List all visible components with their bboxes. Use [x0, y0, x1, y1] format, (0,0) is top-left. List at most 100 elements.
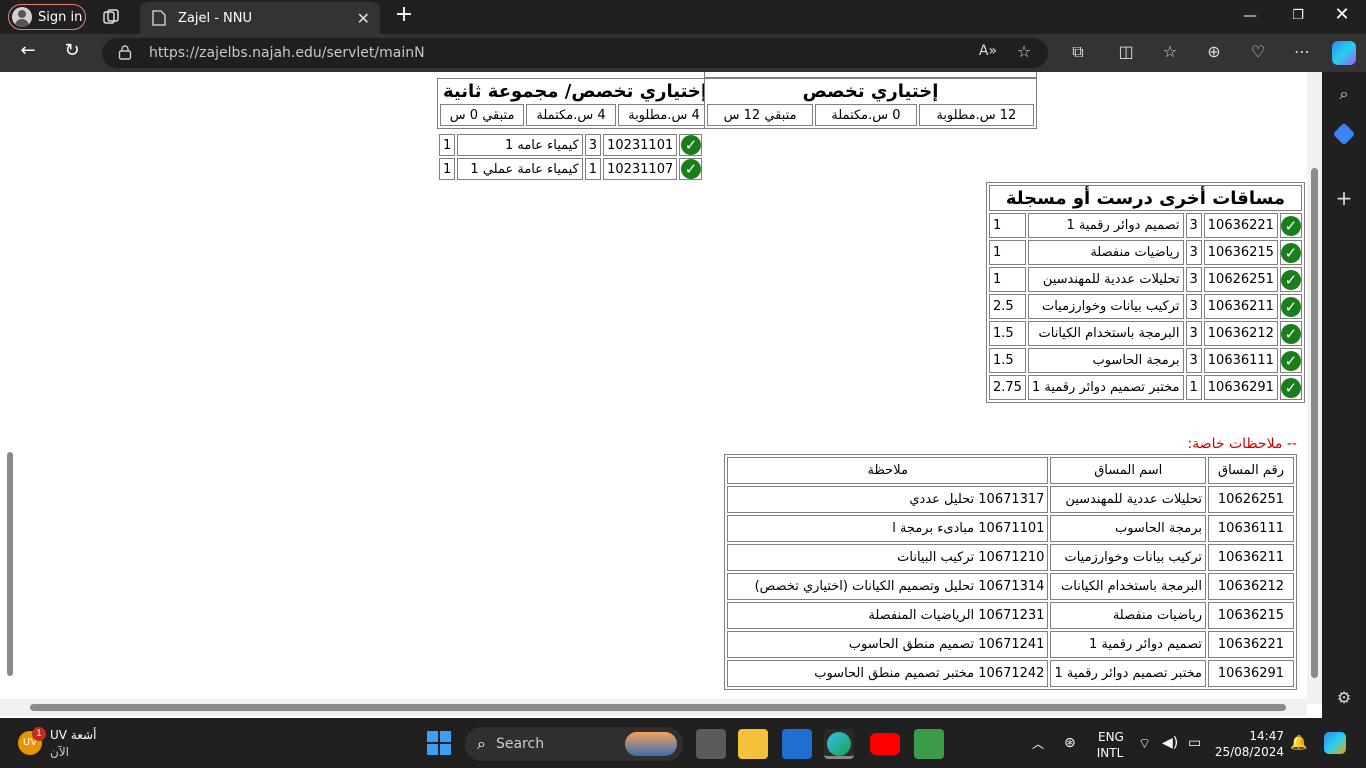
required-hours: 12 س.مطلوبة: [918, 104, 1034, 126]
collections-icon[interactable]: ⊕: [1202, 42, 1226, 61]
horizontal-scrollbar[interactable]: [0, 699, 1307, 716]
other-courses-title: مساقات أخرى درست أو مسجلة: [989, 185, 1302, 211]
elective-title: إختياري تخصص: [802, 81, 939, 102]
lock-icon[interactable]: [118, 44, 132, 60]
check-icon-cell: ✓: [679, 158, 702, 180]
page-icon: [152, 10, 166, 26]
close-window-icon[interactable]: ✕: [1330, 4, 1354, 25]
table-row: ✓ 10636221 3 تصميم دوائر رقمية 1 1: [989, 213, 1302, 238]
network-status-icon[interactable]: ⊛: [1064, 735, 1076, 751]
microsoft-store-icon[interactable]: [782, 729, 812, 759]
course-hours: 3: [1185, 348, 1202, 373]
note-code: 10636111: [1208, 515, 1294, 542]
restore-icon[interactable]: ❐: [1286, 8, 1310, 23]
weather-badge: 1: [32, 727, 46, 741]
sign-in-button[interactable]: Sign in: [8, 4, 86, 30]
left-scrollbar[interactable]: [4, 72, 16, 692]
more-options-icon[interactable]: ⋯: [1290, 42, 1314, 61]
table-row: ✓ 10231101 3 كيمياء عامه 1 1: [439, 134, 702, 156]
course-grade: 1.5: [989, 321, 1026, 346]
note-course-name: تحليلات عددية للمهندسين: [1050, 486, 1206, 513]
note-text: 10671317 تحليل عددي: [727, 486, 1049, 513]
left-scrollbar-thumb[interactable]: [7, 452, 13, 676]
read-aloud-icon[interactable]: A»: [976, 43, 1000, 59]
edge-sidebar: [1322, 72, 1366, 718]
course-name: كيمياء عامة عملي 1: [457, 158, 583, 180]
course-grade: 1: [439, 158, 456, 180]
note-text: 10671314 تحليل وتصميم الكيانات (اختياري …: [727, 573, 1049, 600]
notes-table: رقم المساق اسم المساق ملاحظة 10626251 تح…: [724, 454, 1297, 690]
check-icon: ✓: [1280, 296, 1301, 317]
check-icon: ✓: [681, 135, 701, 155]
course-name: تحليلات عددية للمهندسين: [1027, 267, 1184, 292]
notepad-app-icon[interactable]: [914, 729, 944, 759]
volume-icon[interactable]: ◀): [1162, 735, 1178, 751]
check-icon: ✓: [681, 159, 701, 179]
extensions-icon[interactable]: ⧉: [1066, 42, 1090, 62]
note-course-name: تركيب بيانات وخوارزميات: [1050, 544, 1206, 571]
file-explorer-icon[interactable]: [738, 729, 768, 759]
workspaces-icon[interactable]: [102, 8, 120, 26]
col-course-code: رقم المساق: [1208, 457, 1294, 484]
elective-group2-table: إختياري تخصص/ مجموعة ثانية 4 س.مطلوبة 4 …: [437, 78, 714, 129]
copilot-icon[interactable]: [1332, 41, 1356, 65]
taskbar-search-box[interactable]: ⌕ Search: [465, 727, 683, 761]
page-content: إختياري تخصص/ مجموعة ثانية 4 س.مطلوبة 4 …: [0, 72, 1322, 718]
windows-start-icon[interactable]: [427, 731, 451, 755]
search-label: Search: [495, 736, 545, 752]
elective-group2-courses: ✓ 10231101 3 كيمياء عامه 1 1 ✓ 10231107 …: [437, 132, 704, 182]
vertical-scrollbar-thumb[interactable]: [1311, 168, 1318, 678]
edge-taskbar-icon[interactable]: [824, 729, 854, 759]
favorites-icon[interactable]: ☆: [1158, 42, 1182, 61]
close-tab-icon[interactable]: ✕: [357, 9, 370, 28]
search-icon: ⌕: [477, 734, 486, 753]
url-text[interactable]: https://zajelbs.najah.edu/servlet/mainN: [149, 45, 425, 61]
course-grade: 1: [989, 240, 1026, 265]
col-course-name: اسم المساق: [1050, 457, 1206, 484]
battery-icon[interactable]: ▭: [1188, 735, 1201, 751]
profile-icon: [12, 7, 32, 27]
course-hours: 1: [1185, 375, 1202, 400]
back-icon[interactable]: ←: [16, 40, 40, 61]
horizontal-scrollbar-thumb[interactable]: [30, 704, 1286, 711]
language-primary[interactable]: ENG: [1098, 730, 1124, 744]
course-name: رياضيات منفصلة: [1027, 240, 1184, 265]
favorite-star-icon[interactable]: ☆: [1012, 42, 1036, 61]
clock-date[interactable]: 25/08/2024: [1212, 745, 1284, 759]
check-icon: ✓: [1280, 323, 1301, 344]
course-grade: 2.75: [989, 375, 1026, 400]
search-highlight-icon: [625, 732, 677, 756]
tab-zajel[interactable]: Zajel - NNU ✕: [140, 2, 380, 34]
note-text: 10671241 تصميم منطق الحاسوب: [727, 631, 1049, 658]
notes-title: -- ملاحظات خاصة:: [1187, 436, 1297, 452]
clock-time[interactable]: 14:47: [1220, 729, 1284, 743]
language-secondary[interactable]: INTL: [1096, 746, 1124, 760]
notification-bell-icon[interactable]: 🔔: [1290, 735, 1307, 751]
required-hours: 4 س.مطلوبة: [617, 104, 711, 126]
table-row: 10636291 مختبر تصميم دوائر رقمية 1 10671…: [727, 660, 1294, 687]
minimize-icon[interactable]: —: [1238, 8, 1262, 24]
browser-essentials-icon[interactable]: ♡: [1246, 42, 1270, 61]
chevron-up-icon[interactable]: ︿: [1032, 735, 1044, 752]
course-name: تصميم دوائر رقمية 1: [1027, 213, 1184, 238]
search-sidebar-icon[interactable]: ⌕: [1332, 84, 1356, 104]
wifi-icon[interactable]: ⌔: [1138, 735, 1151, 753]
task-view-icon[interactable]: [696, 729, 726, 759]
course-grade: 1.5: [989, 348, 1026, 373]
table-row: ✓ 10231107 1 كيمياء عامة عملي 1 1: [439, 158, 702, 180]
weather-title[interactable]: أشعة UV: [50, 728, 110, 742]
note-course-name: تصميم دوائر رقمية 1: [1050, 631, 1206, 658]
add-sidebar-app-icon[interactable]: +: [1332, 186, 1356, 210]
copilot-taskbar-icon[interactable]: [1324, 732, 1346, 754]
new-tab-button[interactable]: +: [392, 4, 416, 28]
youtube-icon[interactable]: [870, 733, 900, 755]
sidebar-settings-icon[interactable]: ⚙: [1332, 688, 1356, 707]
vertical-scrollbar[interactable]: [1307, 72, 1322, 704]
reload-icon[interactable]: ↻: [60, 40, 84, 61]
table-row: 10636111 برمجة الحاسوب 10671101 مبادىء ب…: [727, 515, 1294, 542]
check-icon: ✓: [1280, 377, 1301, 398]
course-hours: 3: [1185, 294, 1202, 319]
split-screen-icon[interactable]: ◫: [1114, 42, 1138, 61]
check-icon: ✓: [1280, 350, 1301, 371]
course-grade: 2.5: [989, 294, 1026, 319]
